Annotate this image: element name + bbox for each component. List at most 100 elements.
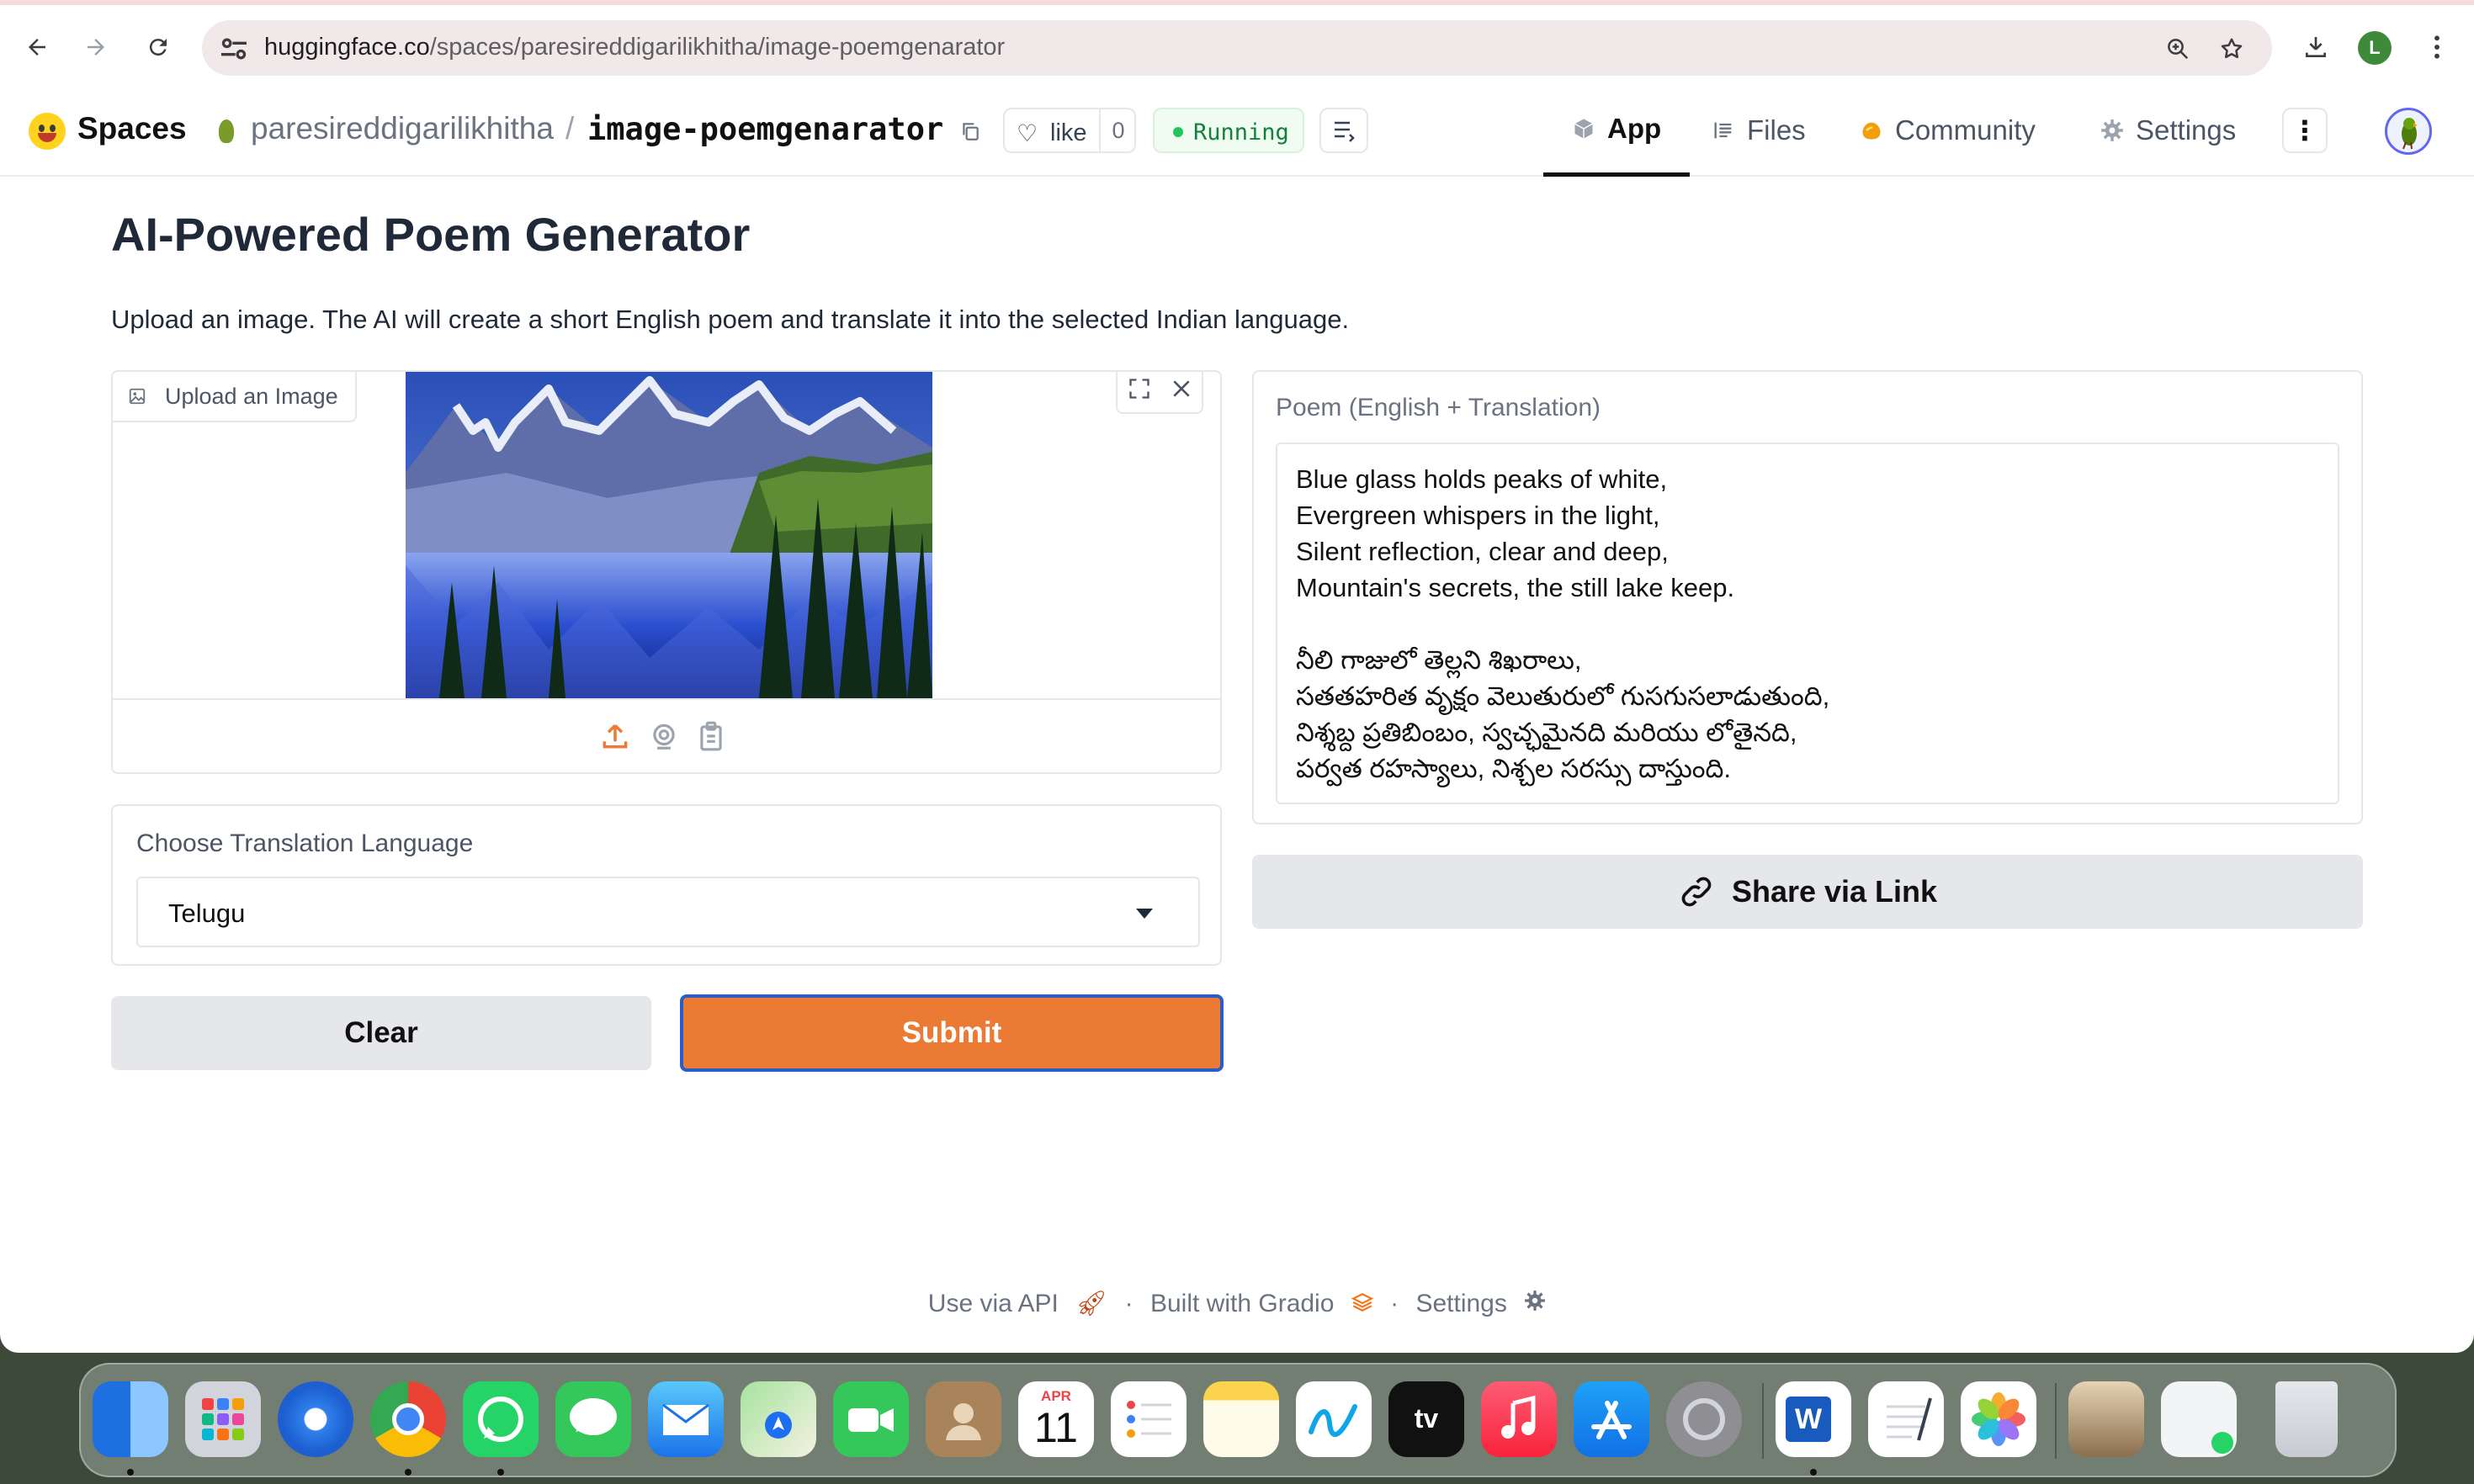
reload-button[interactable] [135, 24, 182, 71]
image-label-text: Upload an Image [165, 383, 338, 409]
music-icon[interactable] [1481, 1381, 1557, 1457]
copy-icon[interactable] [959, 119, 981, 143]
running-indicator [127, 1469, 134, 1476]
chrome-icon[interactable] [370, 1381, 446, 1457]
calendar-icon[interactable]: APR 11 [1018, 1381, 1094, 1457]
safari-icon[interactable] [278, 1381, 353, 1457]
submit-button[interactable]: Submit [680, 994, 1224, 1072]
finder-icon[interactable] [93, 1381, 168, 1457]
like-button[interactable]: ♡ like 0 [1003, 108, 1136, 153]
word-icon[interactable]: W [1776, 1381, 1851, 1457]
apple-tv-icon[interactable]: tv [1388, 1381, 1464, 1457]
arrow-left-icon [29, 39, 45, 56]
poem-line: Evergreen whispers in the light, [1296, 501, 1660, 530]
launchpad-icon[interactable] [185, 1381, 261, 1457]
user-avatar[interactable] [2385, 108, 2432, 155]
rocket-icon: 🚀︎ [1075, 1290, 1108, 1317]
status-badge[interactable]: Running [1153, 108, 1304, 153]
gradio-footer: Use via API 🚀︎ · Built with Gradio · Set… [0, 1289, 2474, 1318]
tab-settings[interactable]: Settings [2100, 84, 2236, 177]
tab-app-label: App [1607, 112, 1662, 144]
reminders-icon[interactable] [1111, 1381, 1187, 1457]
status-label: Running [1193, 119, 1289, 146]
freeform-icon[interactable] [1296, 1381, 1372, 1457]
contacts-icon[interactable] [926, 1381, 1001, 1457]
forward-button[interactable] [72, 24, 119, 71]
upload-icon[interactable] [599, 720, 631, 752]
maps-icon[interactable] [741, 1381, 816, 1457]
running-indicator [405, 1469, 411, 1476]
webcam-icon[interactable] [648, 720, 680, 752]
footer-settings-link[interactable]: Settings [1415, 1290, 1506, 1317]
tab-files-label: Files [1747, 114, 1806, 146]
textedit-icon[interactable] [1868, 1381, 1944, 1457]
poem-line: పర్వత రహస్యాలు, నిశ్చల సరస్సు దాస్తుంది. [1296, 754, 1732, 783]
close-icon[interactable] [1171, 378, 1192, 406]
address-bar[interactable]: huggingface.co/spaces/paresireddigarilik… [202, 20, 2272, 76]
owner-link[interactable]: paresireddigarilikhitha [251, 111, 554, 146]
url-host: huggingface.co [264, 34, 430, 61]
language-panel: Choose Translation Language Telugu [111, 804, 1222, 966]
recent-document-icon[interactable] [2161, 1381, 2237, 1457]
profile-avatar[interactable]: L [2358, 31, 2392, 65]
dock-separator [2055, 1383, 2057, 1459]
language-dropdown[interactable]: Telugu [136, 877, 1200, 947]
reload-icon [149, 39, 167, 56]
tab-files[interactable]: Files [1712, 84, 1806, 177]
url-path: /spaces/paresireddigarilikhitha/image-po… [429, 34, 1006, 61]
zoom-icon[interactable] [2159, 30, 2196, 67]
hf-logo-icon[interactable] [29, 113, 66, 150]
chevron-down-icon [1136, 909, 1153, 919]
app-store-icon[interactable] [1574, 1381, 1649, 1457]
poem-line: Blue glass holds peaks of white, [1296, 464, 1668, 494]
poem-textbox[interactable]: Blue glass holds peaks of white, Evergre… [1276, 443, 2339, 804]
poem-label: Poem (English + Translation) [1276, 394, 1601, 421]
poem-output-panel: Poem (English + Translation) Blue glass … [1252, 370, 2363, 824]
site-settings-icon[interactable] [217, 32, 251, 66]
image-label: Upload an Image [113, 372, 357, 422]
parrot-avatar-icon [2402, 118, 2418, 150]
gradio-logo-icon [1351, 1290, 1380, 1317]
facetime-icon[interactable] [833, 1381, 909, 1457]
running-indicator [1810, 1469, 1817, 1476]
chrome-menu-button[interactable] [2413, 24, 2461, 71]
download-icon [2306, 37, 2326, 57]
fullscreen-icon[interactable] [1128, 377, 1151, 407]
breadcrumb-separator: / [565, 111, 575, 146]
page-description: Upload an image. The AI will create a sh… [111, 305, 1350, 334]
spaces-link[interactable]: Spaces [77, 111, 187, 146]
recent-folder-icon[interactable] [2068, 1381, 2144, 1457]
trash-icon[interactable] [2275, 1381, 2338, 1457]
image-upload-panel: Upload an Image [111, 370, 1222, 774]
use-api-link[interactable]: Use via API [928, 1290, 1059, 1317]
logs-button[interactable] [1319, 108, 1368, 153]
whatsapp-icon[interactable] [463, 1381, 539, 1457]
tab-community[interactable]: Community [1860, 84, 2036, 177]
mail-icon[interactable] [648, 1381, 724, 1457]
built-with-gradio-link[interactable]: Built with Gradio [1150, 1290, 1334, 1317]
tab-settings-label: Settings [2136, 114, 2237, 146]
kebab-menu-icon [2434, 35, 2439, 59]
bookmark-star-icon[interactable] [2213, 30, 2250, 67]
uploaded-image[interactable] [406, 372, 932, 698]
downloads-button[interactable] [2292, 24, 2339, 71]
clear-button[interactable]: Clear [111, 996, 651, 1070]
share-link-button[interactable]: Share via Link [1252, 855, 2363, 929]
space-name-link[interactable]: image-poemgenarator [587, 111, 943, 147]
browser-toolbar: huggingface.co/spaces/paresireddigarilik… [0, 0, 2474, 84]
notes-icon[interactable] [1203, 1381, 1279, 1457]
photos-icon[interactable] [1961, 1381, 2036, 1457]
clipboard-icon[interactable] [695, 720, 727, 752]
logs-icon [1335, 121, 1355, 142]
url-text: huggingface.co/spaces/paresireddigarilik… [264, 34, 1005, 61]
image-toolbar [1116, 372, 1203, 414]
browser-window: huggingface.co/spaces/paresireddigarilik… [0, 0, 2474, 1353]
more-options-button[interactable]: ⋮ [2282, 108, 2328, 153]
messages-icon[interactable] [555, 1381, 631, 1457]
language-selected: Telugu [168, 898, 246, 928]
poem-line: Silent reflection, clear and deep, [1296, 537, 1669, 566]
running-indicator [497, 1469, 504, 1476]
tab-app[interactable]: App [1543, 84, 1691, 177]
system-settings-icon[interactable] [1666, 1381, 1742, 1457]
back-button[interactable] [13, 24, 61, 71]
